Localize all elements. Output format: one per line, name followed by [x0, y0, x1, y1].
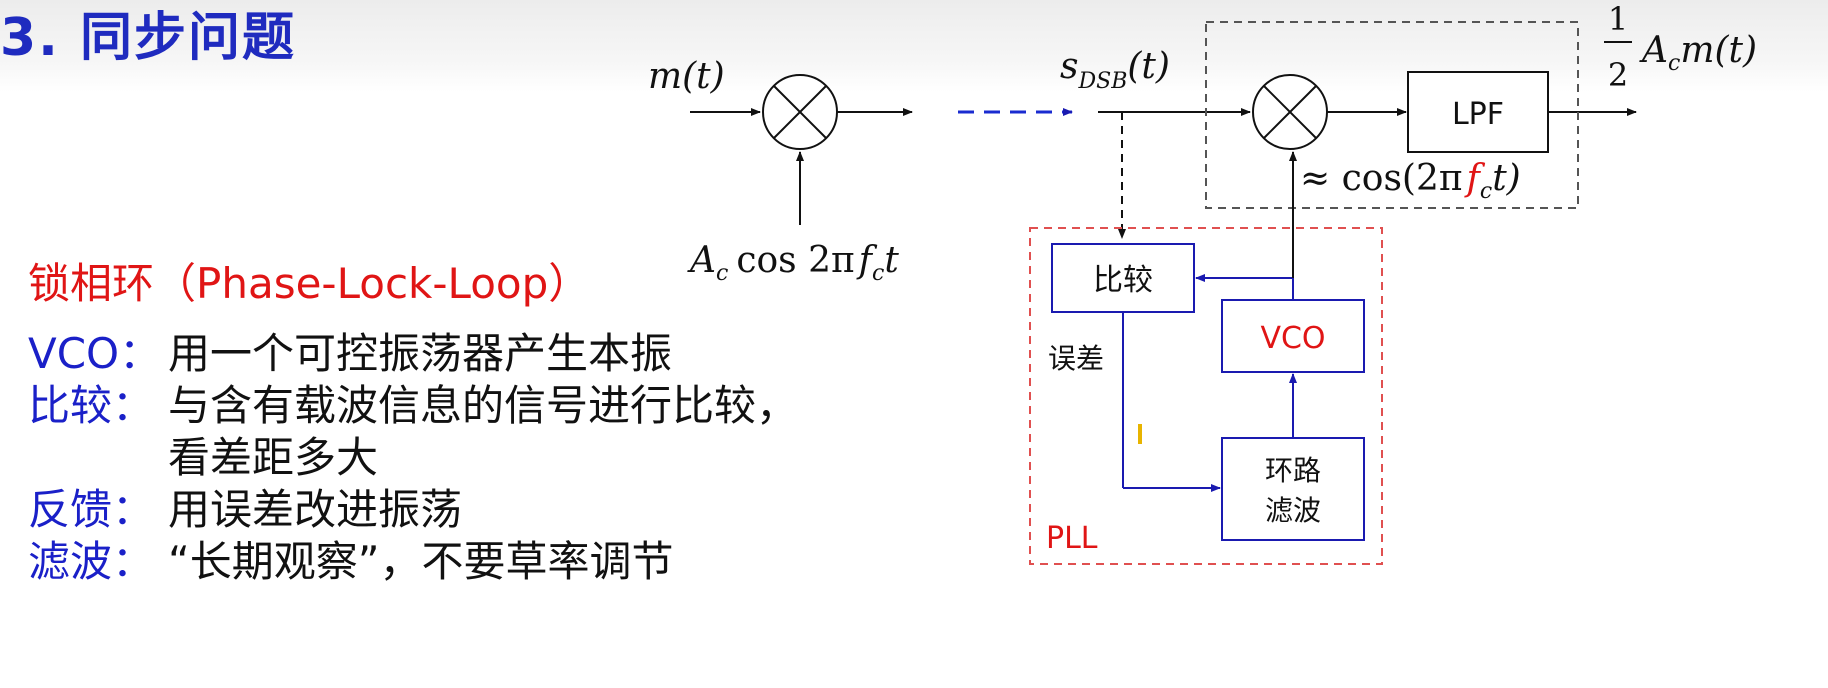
error-label: 误差	[1048, 342, 1104, 375]
svg-text:Acm(t): Acm(t)	[1639, 30, 1757, 76]
svg-text:1: 1	[1608, 0, 1628, 38]
pll-diagram: m(t) Ac cos 2π fct sDSB(t) LPF 1 2 Acm(t)	[648, 0, 1757, 565]
input-signal-label: m(t)	[648, 56, 725, 97]
pll-label: PLL	[1046, 521, 1098, 556]
slide: 3. 同步问题 锁相环（Phase-Lock-Loop） VCO： 用一个可控振荡…	[0, 0, 1828, 688]
svg-text:2: 2	[1608, 56, 1628, 94]
lpf-label: LPF	[1452, 97, 1504, 132]
vco-label: VCO	[1260, 321, 1325, 356]
loop-filter-line1: 环路	[1265, 454, 1321, 487]
carrier-label: Ac cos 2π fct	[687, 240, 899, 286]
dsb-signal-label: sDSB(t)	[1060, 46, 1170, 94]
multiplier-icon	[762, 74, 838, 150]
compare-label: 比较	[1093, 263, 1153, 298]
local-osc-label: ≈ cos(2π fct)	[1300, 158, 1521, 204]
loop-filter-line2: 滤波	[1265, 494, 1321, 527]
demod-multiplier-icon	[1252, 74, 1328, 150]
output-label: 1 2 Acm(t)	[1604, 0, 1757, 94]
